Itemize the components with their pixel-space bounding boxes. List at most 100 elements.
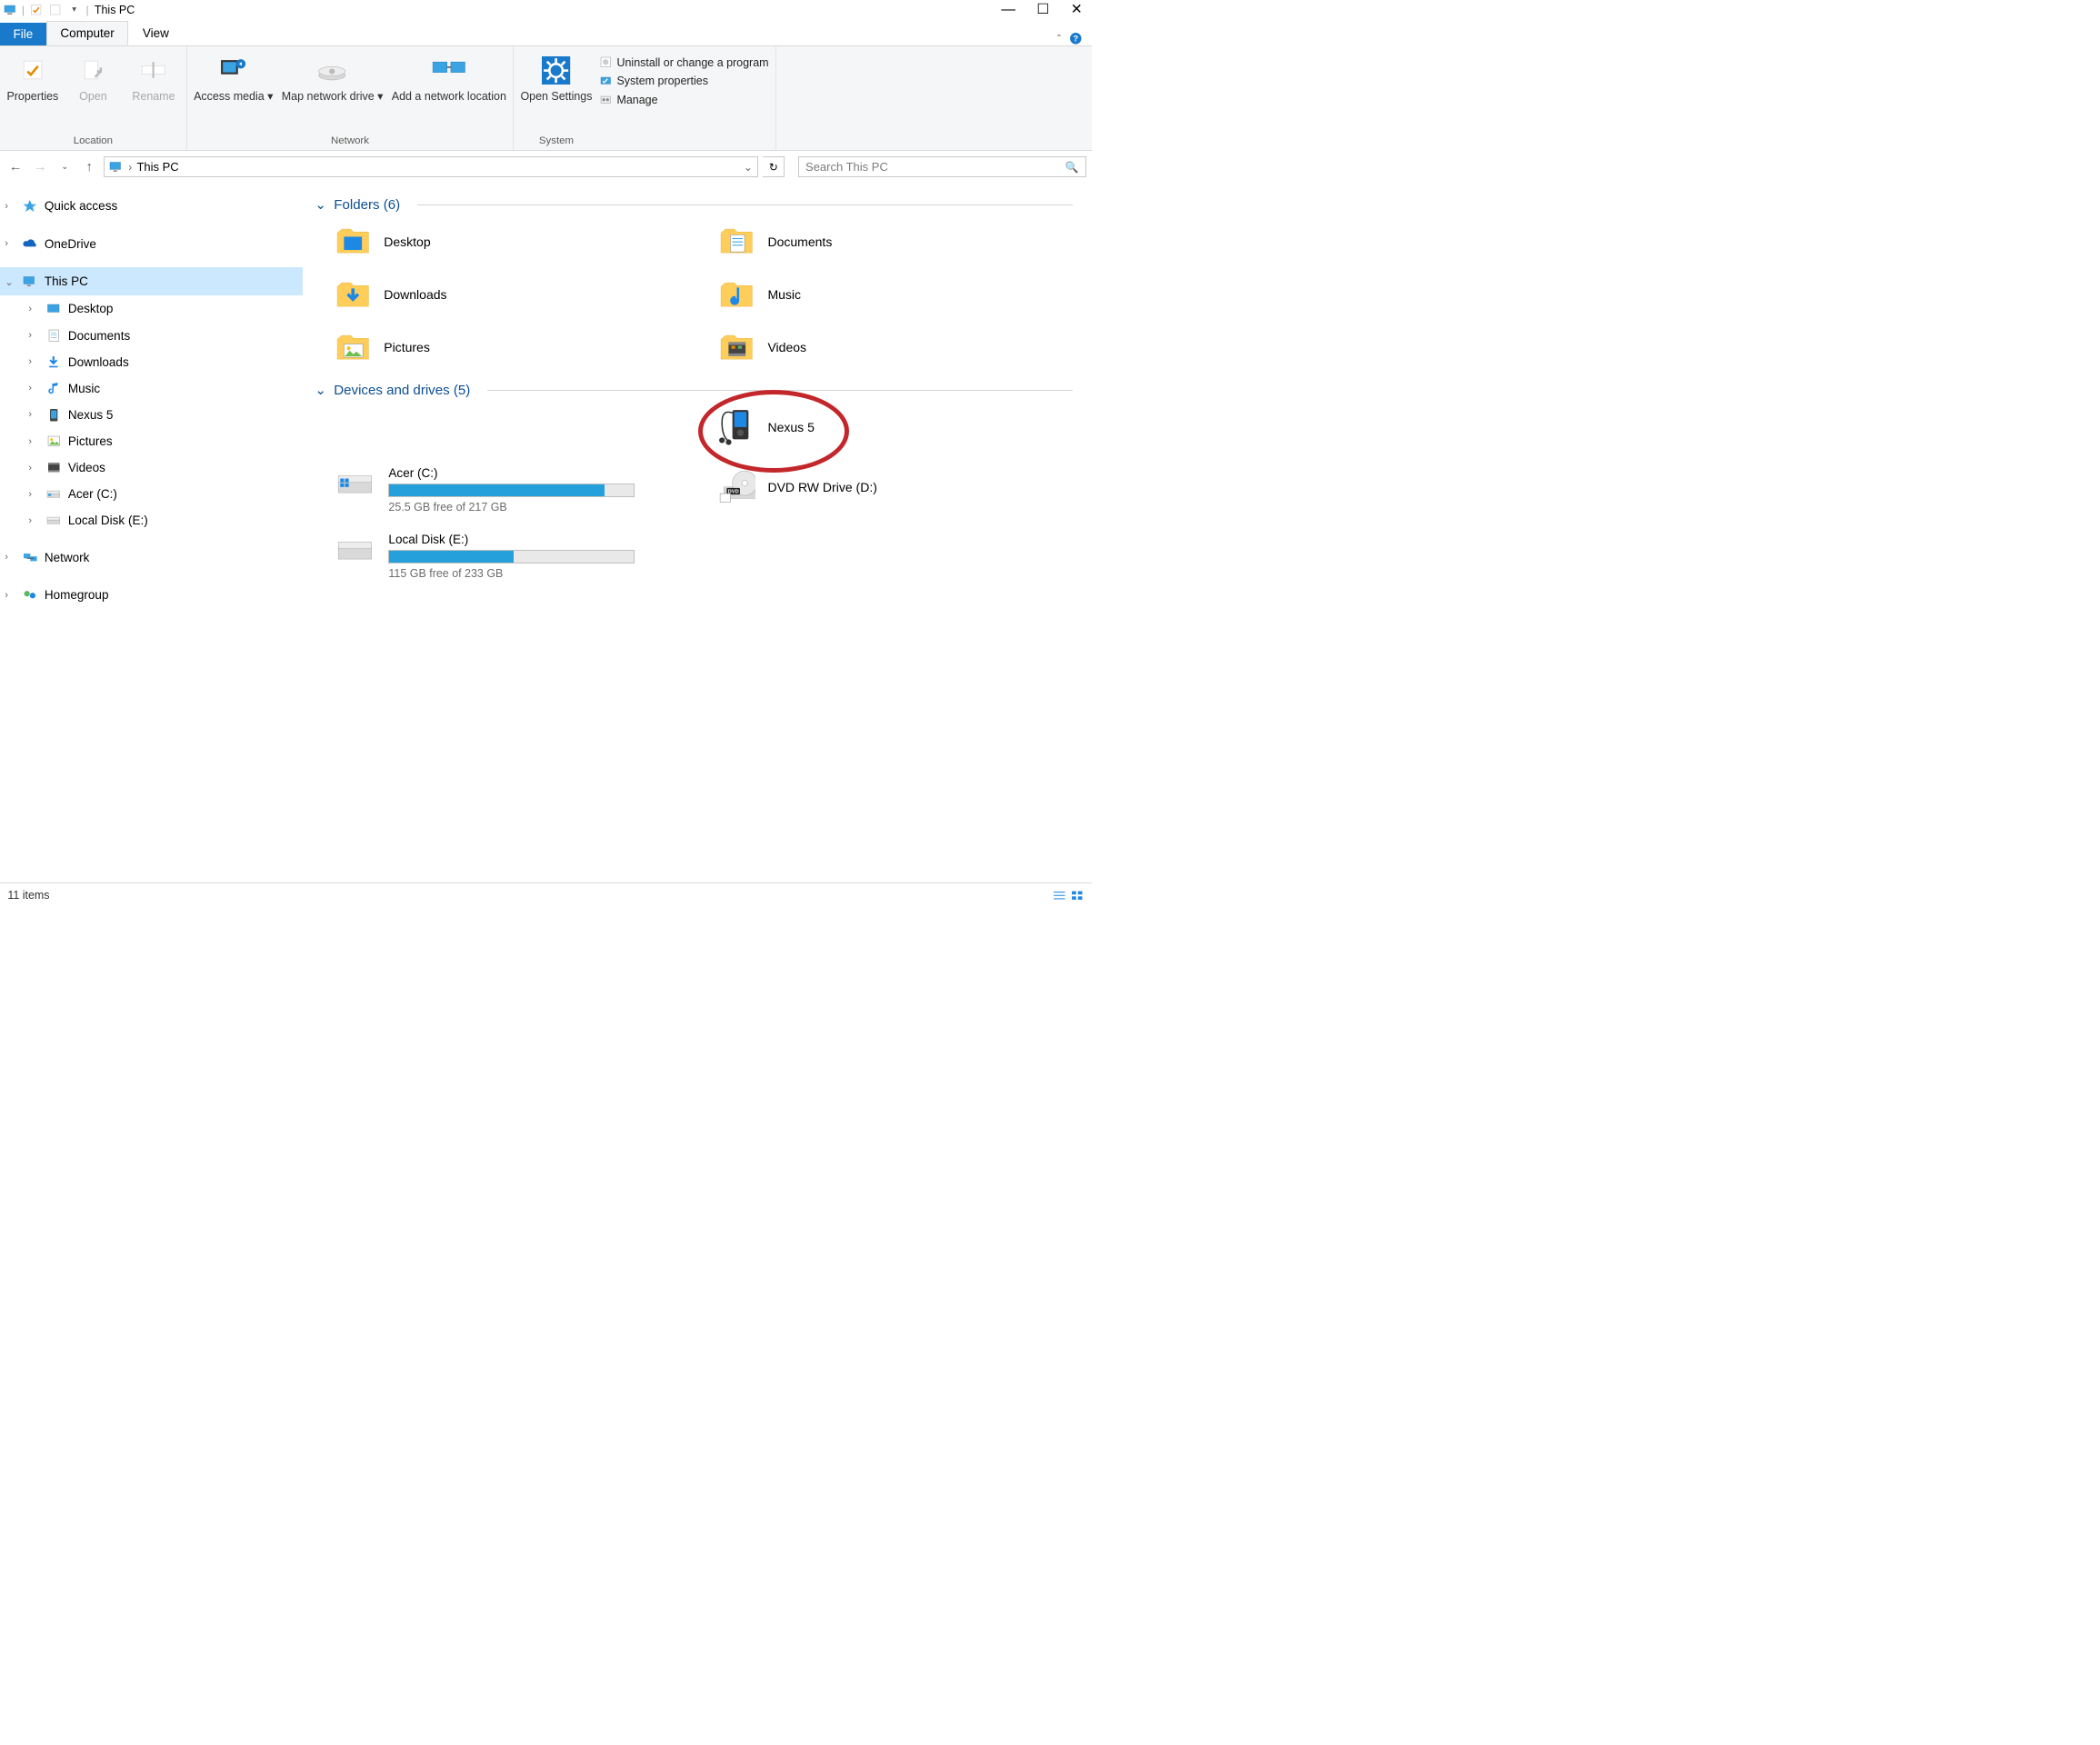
drive-icon	[45, 512, 63, 529]
folders-header[interactable]: ⌄ Folders (6)	[315, 196, 1073, 213]
new-folder-qat-icon[interactable]	[48, 3, 63, 17]
search-placeholder: Search This PC	[805, 160, 1065, 174]
devices-header[interactable]: ⌄ Devices and drives (5)	[315, 382, 1073, 398]
address-bar[interactable]: › This PC ⌄	[104, 156, 758, 178]
status-bar: 11 items	[0, 882, 1092, 907]
music-icon	[45, 380, 63, 397]
ribbon-group-network: Access media ▾ Map network drive ▾ Add a…	[187, 46, 514, 150]
navigation-tree: › Quick access › OneDrive ⌄ This PC ›Des…	[0, 183, 303, 883]
folder-icon	[334, 223, 372, 261]
folder-pictures[interactable]: Pictures	[334, 327, 689, 368]
breadcrumb[interactable]: This PC	[136, 160, 178, 174]
open-settings-button[interactable]: Open Settings	[520, 49, 592, 133]
uninstall-program-button[interactable]: Uninstall or change a program	[599, 55, 769, 69]
tab-file[interactable]: File	[0, 23, 46, 45]
tree-documents[interactable]: ›Documents	[0, 323, 303, 349]
ribbon: Properties Open Rename Location Access m…	[0, 45, 1092, 151]
tree-network[interactable]: › Network	[0, 543, 303, 572]
up-button[interactable]: ↑	[79, 157, 99, 177]
ribbon-right: ˆ ?	[1048, 32, 1093, 45]
folder-music[interactable]: Music	[717, 274, 1073, 315]
svg-text:?: ?	[1074, 35, 1079, 44]
body: › Quick access › OneDrive ⌄ This PC ›Des…	[0, 183, 1092, 883]
map-network-drive-button[interactable]: Map network drive ▾	[282, 49, 384, 133]
system-properties-button[interactable]: System properties	[599, 75, 769, 88]
properties-qat-icon[interactable]	[29, 3, 44, 17]
device-icon	[45, 406, 63, 424]
manage-icon	[599, 94, 613, 107]
tree-quick-access[interactable]: › Quick access	[0, 192, 303, 220]
folder-videos[interactable]: Videos	[717, 327, 1073, 368]
search-box[interactable]: Search This PC 🔍	[798, 156, 1086, 178]
item-count: 11 items	[7, 889, 49, 902]
uninstall-icon	[599, 55, 613, 69]
tree-nexus5[interactable]: ›Nexus 5	[0, 402, 303, 428]
qat-dropdown-icon[interactable]: ▾	[67, 3, 82, 17]
pictures-icon	[45, 433, 63, 450]
tree-downloads[interactable]: ›Downloads	[0, 349, 303, 375]
tree-pictures[interactable]: ›Pictures	[0, 428, 303, 454]
chevron-down-icon: ⌄	[315, 382, 326, 398]
folder-icon	[334, 329, 372, 367]
manage-button[interactable]: Manage	[599, 94, 769, 107]
open-button: Open	[67, 49, 119, 133]
tree-videos[interactable]: ›Videos	[0, 454, 303, 481]
tree-acer-c[interactable]: ›Acer (C:)	[0, 481, 303, 507]
access-media-button[interactable]: Access media ▾	[194, 49, 273, 133]
quick-access-toolbar: | ▾ |	[3, 3, 89, 17]
rename-button: Rename	[127, 49, 179, 133]
close-button[interactable]: ✕	[1071, 3, 1083, 17]
capacity-bar	[388, 550, 634, 563]
folder-desktop[interactable]: Desktop	[334, 222, 689, 263]
folder-documents[interactable]: Documents	[717, 222, 1073, 263]
dvd-drive-icon: DVD	[717, 468, 755, 506]
tree-homegroup[interactable]: › Homegroup	[0, 581, 303, 609]
add-network-location-button[interactable]: Add a network location	[392, 49, 506, 133]
tree-this-pc[interactable]: ⌄ This PC	[0, 267, 303, 295]
tree-desktop[interactable]: ›Desktop	[0, 295, 303, 322]
monitor-icon	[22, 273, 39, 290]
window-title: This PC	[95, 4, 135, 16]
media-player-icon	[717, 408, 755, 446]
help-icon[interactable]: ?	[1069, 32, 1083, 45]
device-nexus5[interactable]: Nexus 5	[717, 407, 1073, 448]
content-pane: ⌄ Folders (6) Desktop Documents Download…	[303, 183, 1092, 883]
title-bar: | ▾ | This PC — ☐ ✕	[0, 0, 1092, 20]
ribbon-group-system: Open Settings System Uninstall or change…	[514, 46, 776, 150]
tree-local-e[interactable]: ›Local Disk (E:)	[0, 507, 303, 533]
devices-grid: Nexus 5 Acer (C:) 25.5 GB free of 217 GB…	[315, 407, 1073, 580]
properties-button[interactable]: Properties	[6, 49, 58, 133]
drive-icon	[334, 466, 376, 499]
view-toggles	[1053, 890, 1085, 901]
cloud-icon	[22, 235, 39, 253]
capacity-bar	[388, 484, 634, 497]
videos-icon	[45, 459, 63, 476]
drive-acer-c[interactable]: Acer (C:) 25.5 GB free of 217 GB	[334, 466, 689, 514]
tab-computer[interactable]: Computer	[46, 21, 128, 45]
maximize-button[interactable]: ☐	[1036, 3, 1049, 17]
tiles-view-button[interactable]	[1071, 890, 1085, 901]
ribbon-group-location: Properties Open Rename Location	[0, 46, 187, 150]
tree-music[interactable]: ›Music	[0, 375, 303, 402]
back-button[interactable]: ←	[5, 157, 25, 177]
minimize-button[interactable]: —	[1001, 3, 1015, 17]
ribbon-tabs: File Computer View ˆ ?	[0, 20, 1092, 45]
address-dropdown-icon[interactable]: ⌄	[744, 161, 753, 174]
folder-downloads[interactable]: Downloads	[334, 274, 689, 315]
refresh-button[interactable]: ↻	[763, 156, 785, 178]
details-view-button[interactable]	[1053, 890, 1066, 901]
folders-grid: Desktop Documents Downloads Music Pictur…	[315, 222, 1073, 368]
recent-dropdown[interactable]: ⌄	[55, 157, 75, 177]
network-icon	[22, 549, 39, 566]
collapse-ribbon-icon[interactable]: ˆ	[1057, 33, 1061, 45]
tree-onedrive[interactable]: › OneDrive	[0, 230, 303, 258]
monitor-icon	[3, 3, 17, 17]
documents-icon	[45, 327, 63, 344]
drive-local-e[interactable]: Local Disk (E:) 115 GB free of 233 GB	[334, 533, 689, 580]
drive-icon	[45, 485, 63, 503]
forward-button: →	[30, 157, 50, 177]
drive-dvd[interactable]: DVD DVD RW Drive (D:)	[717, 466, 1073, 507]
tab-view[interactable]: View	[128, 21, 183, 45]
system-properties-icon	[599, 75, 613, 88]
window-controls: — ☐ ✕	[1001, 3, 1089, 17]
